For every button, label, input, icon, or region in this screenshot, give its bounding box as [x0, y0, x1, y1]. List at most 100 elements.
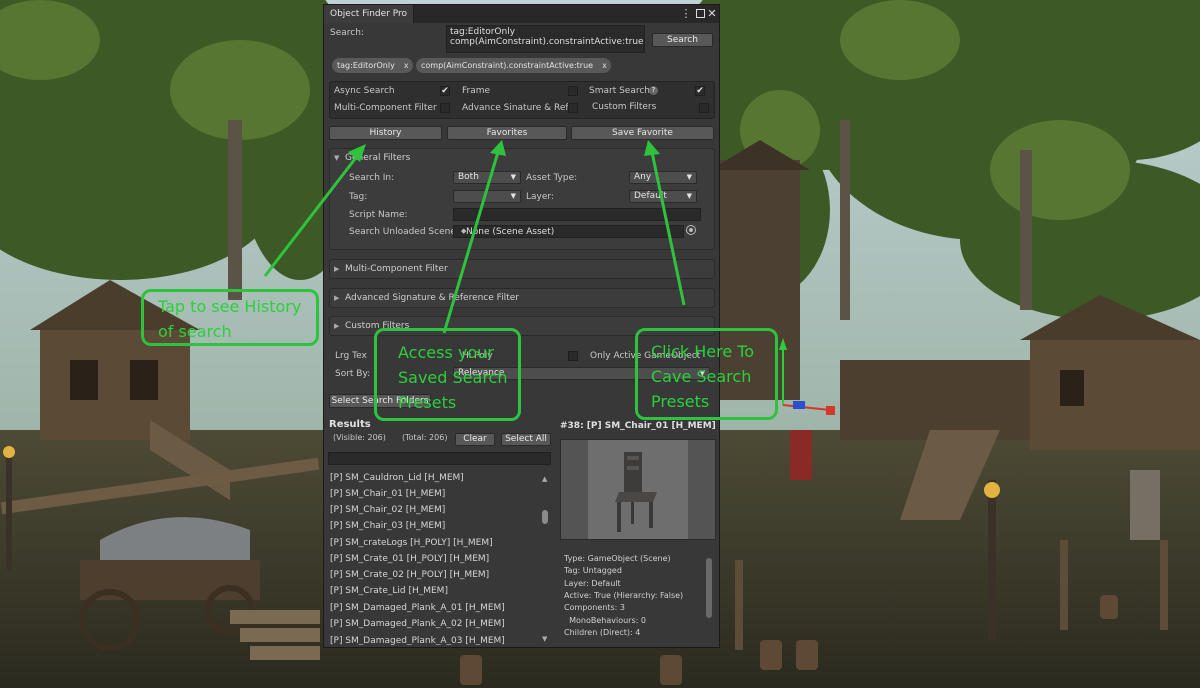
details-scrollbar[interactable] — [706, 558, 712, 638]
details-title: #38: [P] SM_Chair_01 [H_MEM] — [560, 421, 716, 431]
lrg-tex-label: Lrg Tex — [335, 351, 367, 361]
foldout-open-icon[interactable]: ▼ — [334, 154, 339, 162]
tag-dropdown[interactable]: ▼ — [453, 190, 521, 203]
detail-line: Children (Direct): 4 — [564, 628, 641, 637]
unloaded-scene-field[interactable]: None (Scene Asset) — [453, 225, 684, 238]
scrollbar-thumb[interactable] — [706, 558, 712, 618]
save-favorite-button[interactable]: Save Favorite — [571, 126, 714, 140]
list-item[interactable]: [P] SM_Damaged_Plank_A_01 [H_MEM] — [330, 603, 505, 613]
multi-component-filter-label: Multi-Component Filter — [334, 103, 437, 113]
chip-tag-editoronly: tag:EditorOnly x — [332, 58, 413, 73]
frame-label: Frame — [462, 86, 491, 96]
scroll-down-icon[interactable]: ▼ — [542, 635, 547, 643]
tab-object-finder-pro[interactable]: Object Finder Pro — [324, 5, 414, 23]
search-input[interactable]: tag:EditorOnly comp(AimConstraint).const… — [446, 25, 645, 53]
search-label: Search: — [330, 28, 364, 38]
select-all-button[interactable]: Select All — [501, 433, 551, 446]
maximize-icon[interactable] — [694, 7, 706, 20]
chip-comp-aimconstraint: comp(AimConstraint).constraintActive:tru… — [416, 58, 611, 73]
results-scrollbar[interactable]: ▲ ▼ — [542, 475, 548, 645]
chair-preview-icon — [588, 440, 688, 539]
foldout-closed-icon: ▶ — [334, 265, 340, 273]
scrollbar-thumb[interactable] — [542, 510, 548, 524]
save-callout-line-3: Presets — [651, 392, 710, 411]
list-item[interactable]: [P] SM_Damaged_Plank_A_03 [H_MEM] — [330, 636, 505, 645]
chevron-down-icon: ▼ — [686, 192, 692, 200]
advance-signature-label: Advance Sinature & Ref — [462, 103, 569, 113]
script-name-label: Script Name: — [349, 210, 408, 220]
detail-line: Layer: Default — [564, 579, 621, 588]
custom-filters-checkbox[interactable] — [699, 103, 709, 113]
favorites-callout-line-3: Presets — [398, 393, 457, 412]
async-search-checkbox[interactable]: ✔ — [440, 86, 450, 96]
results-total-count: (Total: 206) — [402, 433, 448, 442]
layer-label: Layer: — [526, 192, 554, 202]
favorites-button[interactable]: Favorites — [447, 126, 567, 140]
chevron-down-icon: ▼ — [510, 192, 516, 200]
layer-dropdown[interactable]: Default ▼ — [629, 190, 697, 203]
search-in-dropdown[interactable]: Both ▼ — [453, 171, 521, 184]
advanced-signature-title[interactable]: Advanced Signature & Reference Filter — [345, 293, 519, 303]
list-item[interactable]: [P] SM_Crate_Lid [H_MEM] — [330, 586, 448, 596]
asset-preview — [560, 439, 716, 540]
chevron-down-icon: ▼ — [686, 173, 692, 181]
chevron-down-icon: ▼ — [510, 173, 516, 181]
sort-by-label: Sort By: — [335, 369, 371, 379]
results-title: Results — [329, 419, 371, 430]
chip-remove-icon[interactable]: x — [602, 61, 607, 70]
list-item[interactable]: [P] SM_Chair_01 [H_MEM] — [330, 489, 445, 499]
search-query-line-2: comp(AimConstraint).constraintActive:tru… — [450, 37, 644, 47]
list-item[interactable]: [P] SM_Crate_02 [H_POLY] [H_MEM] — [330, 570, 489, 580]
history-button[interactable]: History — [329, 126, 442, 140]
scene-asset-icon: ◆ — [461, 227, 467, 235]
object-finder-window: Object Finder Pro ⋮ ✕ Search: tag:Editor… — [323, 4, 720, 648]
custom-filters-label: Custom Filters — [592, 102, 657, 112]
results-filter-input[interactable] — [328, 452, 551, 465]
favorites-callout-line-2: Saved Search — [398, 368, 508, 387]
tag-label: Tag: — [349, 192, 368, 202]
script-name-input[interactable] — [453, 208, 701, 221]
chip-label: comp(AimConstraint).constraintActive:tru… — [421, 61, 594, 70]
multi-component-filter-title[interactable]: Multi-Component Filter — [345, 264, 448, 274]
detail-line: MonoBehaviours: 0 — [564, 616, 646, 625]
detail-line: Active: True (Hierarchy: False) — [564, 591, 684, 600]
help-icon[interactable]: ? — [649, 86, 658, 95]
chip-label: tag:EditorOnly — [337, 61, 395, 70]
history-callout-line-2: of search — [158, 322, 232, 341]
scroll-up-icon[interactable]: ▲ — [542, 475, 547, 483]
list-item[interactable]: [P] SM_Chair_03 [H_MEM] — [330, 521, 445, 531]
foldout-closed-icon: ▶ — [334, 322, 340, 330]
history-callout-line-1: Tap to see History — [158, 297, 302, 316]
object-picker-icon[interactable] — [686, 225, 696, 235]
unloaded-scene-label: Search Unloaded Scene: — [349, 227, 459, 237]
list-item[interactable]: [P] SM_Crate_01 [H_POLY] [H_MEM] — [330, 554, 489, 564]
detail-line: Tag: Untagged — [564, 566, 622, 575]
clear-button[interactable]: Clear — [455, 433, 495, 446]
asset-type-label: Asset Type: — [526, 173, 578, 183]
chip-remove-icon[interactable]: x — [404, 61, 409, 70]
list-item[interactable]: [P] SM_Chair_02 [H_MEM] — [330, 505, 445, 515]
list-item[interactable]: [P] SM_Cauldron_Lid [H_MEM] — [330, 473, 464, 483]
smart-search-checkbox[interactable]: ✔ — [695, 86, 705, 96]
foldout-closed-icon: ▶ — [334, 294, 340, 302]
search-button[interactable]: Search — [652, 33, 713, 47]
general-filters-title[interactable]: General Filters — [345, 153, 410, 163]
smart-search-label: Smart Search — [589, 86, 651, 96]
multi-component-filter-checkbox[interactable] — [440, 103, 450, 113]
save-callout-line-2: Cave Search — [651, 367, 752, 386]
detail-line: Components: 3 — [564, 603, 625, 612]
frame-checkbox[interactable] — [568, 86, 578, 96]
detail-line: Type: GameObject (Scene) — [564, 554, 671, 563]
search-query-line-1: tag:EditorOnly — [450, 27, 516, 37]
list-item[interactable]: [P] SM_crateLogs [H_POLY] [H_MEM] — [330, 538, 493, 548]
favorites-callout-line-1: Access your — [398, 343, 494, 362]
list-item[interactable]: [P] SM_Damaged_Plank_A_02 [H_MEM] — [330, 619, 505, 629]
save-callout-line-1: Click Here To — [651, 342, 755, 361]
results-visible-count: (Visible: 206) — [333, 433, 386, 442]
kebab-menu-icon[interactable]: ⋮ — [680, 7, 692, 20]
advance-signature-checkbox[interactable] — [568, 103, 578, 113]
async-search-label: Async Search — [334, 86, 395, 96]
only-active-checkbox[interactable] — [568, 351, 578, 361]
close-icon[interactable]: ✕ — [706, 7, 718, 20]
asset-type-dropdown[interactable]: Any ▼ — [629, 171, 697, 184]
